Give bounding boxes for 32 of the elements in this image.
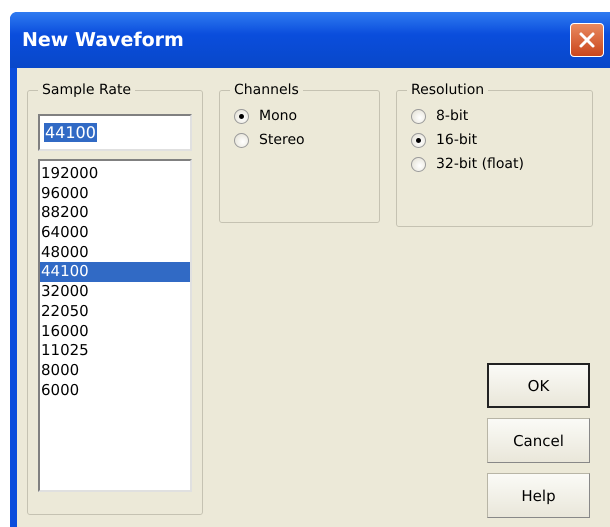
radio-label: 32-bit (float) bbox=[436, 156, 524, 172]
radio-label: 8-bit bbox=[436, 108, 468, 124]
list-item[interactable]: 22050 bbox=[40, 302, 190, 322]
close-button[interactable] bbox=[570, 23, 604, 57]
radio-label: Stereo bbox=[259, 132, 305, 148]
radio-button[interactable] bbox=[234, 132, 249, 148]
radio-label: 16-bit bbox=[436, 132, 478, 148]
radio-label: Mono bbox=[259, 108, 298, 124]
list-item[interactable]: 44100 bbox=[40, 262, 190, 282]
list-item[interactable]: 48000 bbox=[40, 242, 190, 262]
close-icon bbox=[577, 30, 597, 50]
list-item[interactable]: 96000 bbox=[40, 184, 190, 204]
window-title: New Waveform bbox=[22, 29, 184, 51]
list-item[interactable]: 32000 bbox=[40, 282, 190, 302]
radio-button[interactable] bbox=[411, 156, 426, 172]
group-label: Resolution bbox=[410, 82, 486, 98]
group-label: Sample Rate bbox=[41, 82, 132, 98]
list-item[interactable]: 6000 bbox=[40, 380, 190, 400]
list-item[interactable]: 88200 bbox=[40, 203, 190, 224]
sample-rate-field[interactable]: 44100 bbox=[38, 114, 192, 151]
list-item[interactable]: 192000 bbox=[40, 164, 190, 184]
ok-button[interactable]: OK bbox=[487, 363, 590, 408]
group-label: Channels bbox=[233, 82, 300, 98]
list-item[interactable]: 64000 bbox=[40, 223, 190, 243]
list-item[interactable]: 11025 bbox=[40, 341, 190, 361]
radio-button[interactable] bbox=[234, 108, 249, 124]
radio-button[interactable] bbox=[411, 108, 426, 124]
help-button[interactable]: Help bbox=[487, 473, 590, 518]
radio-button[interactable] bbox=[411, 132, 426, 148]
cancel-button[interactable]: Cancel bbox=[487, 418, 590, 463]
list-item[interactable]: 8000 bbox=[40, 360, 190, 381]
list-item[interactable]: 16000 bbox=[40, 322, 190, 342]
